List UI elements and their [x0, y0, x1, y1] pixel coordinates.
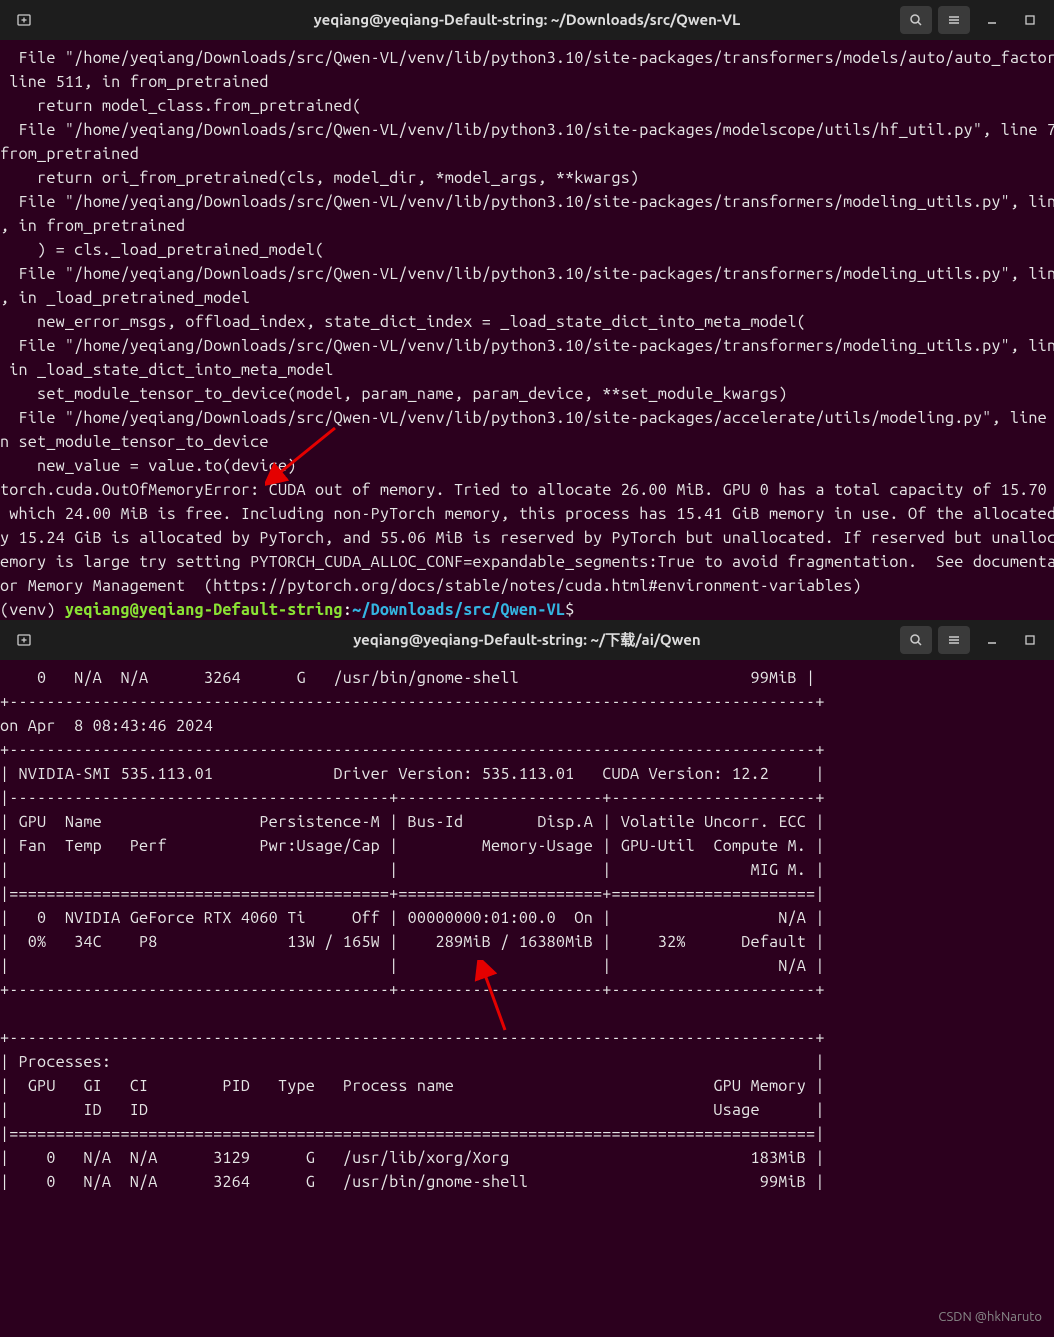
- terminal-line: File "/home/yeqiang/Downloads/src/Qwen-V…: [0, 190, 1054, 214]
- titlebar-1: yeqiang@yeqiang-Default-string: ~/Downlo…: [0, 0, 1054, 40]
- terminal-line: 0 N/A N/A 3264 G /usr/bin/gnome-shell 99…: [0, 666, 1054, 690]
- terminal-line: [0, 1002, 1054, 1026]
- maximize-button-2[interactable]: [1014, 626, 1046, 654]
- terminal-line: , in from_pretrained: [0, 214, 1054, 238]
- terminal-line: | ID ID Usage |: [0, 1098, 1054, 1122]
- terminal-line: | GPU GI CI PID Type Process name GPU Me…: [0, 1074, 1054, 1098]
- terminal-line: from_pretrained: [0, 142, 1054, 166]
- terminal-line: which 24.00 MiB is free. Including non-P…: [0, 502, 1054, 526]
- terminal-line: | | | MIG M. |: [0, 858, 1054, 882]
- terminal-line: | Processes: |: [0, 1050, 1054, 1074]
- terminal-line: or Memory Management (https://pytorch.or…: [0, 574, 1054, 598]
- terminal-line: | 0 NVIDIA GeForce RTX 4060 Ti Off | 000…: [0, 906, 1054, 930]
- terminal-line: File "/home/yeqiang/Downloads/src/Qwen-V…: [0, 406, 1054, 430]
- terminal-line: emory is large try setting PYTORCH_CUDA_…: [0, 550, 1054, 574]
- window-title-1: yeqiang@yeqiang-Default-string: ~/Downlo…: [314, 8, 740, 32]
- terminal-line: | Fan Temp Perf Pwr:Usage/Cap | Memory-U…: [0, 834, 1054, 858]
- terminal-line: | | | N/A |: [0, 954, 1054, 978]
- terminal-line: File "/home/yeqiang/Downloads/src/Qwen-V…: [0, 262, 1054, 286]
- terminal-output-2[interactable]: 0 N/A N/A 3264 G /usr/bin/gnome-shell 99…: [0, 660, 1054, 1194]
- minimize-button[interactable]: [976, 6, 1008, 34]
- terminal-line: File "/home/yeqiang/Downloads/src/Qwen-V…: [0, 334, 1054, 358]
- terminal-line: File "/home/yeqiang/Downloads/src/Qwen-V…: [0, 118, 1054, 142]
- terminal-line: | NVIDIA-SMI 535.113.01 Driver Version: …: [0, 762, 1054, 786]
- terminal-line: | 0 N/A N/A 3129 G /usr/lib/xorg/Xorg 18…: [0, 1146, 1054, 1170]
- terminal-line: |=======================================…: [0, 1122, 1054, 1146]
- window-title-2: yeqiang@yeqiang-Default-string: ~/下载/ai/…: [353, 628, 700, 652]
- terminal-line: +---------------------------------------…: [0, 1026, 1054, 1050]
- terminal-line: , in _load_pretrained_model: [0, 286, 1054, 310]
- terminal-output-1[interactable]: File "/home/yeqiang/Downloads/src/Qwen-V…: [0, 40, 1054, 622]
- terminal-line: ) = cls._load_pretrained_model(: [0, 238, 1054, 262]
- terminal-line: return model_class.from_pretrained(: [0, 94, 1054, 118]
- terminal-line: return ori_from_pretrained(cls, model_di…: [0, 166, 1054, 190]
- terminal-line: line 511, in from_pretrained: [0, 70, 1054, 94]
- terminal-line: +---------------------------------------…: [0, 978, 1054, 1002]
- prompt-line[interactable]: (venv) yeqiang@yeqiang-Default-string:~/…: [0, 598, 1054, 622]
- maximize-button[interactable]: [1014, 6, 1046, 34]
- terminal-line: File "/home/yeqiang/Downloads/src/Qwen-V…: [0, 46, 1054, 70]
- terminal-line: on Apr 8 08:43:46 2024: [0, 714, 1054, 738]
- new-tab-button-2[interactable]: [8, 626, 40, 654]
- terminal-line: new_error_msgs, offload_index, state_dic…: [0, 310, 1054, 334]
- terminal-line: | 0% 34C P8 13W / 165W | 289MiB / 16380M…: [0, 930, 1054, 954]
- terminal-line: y 15.24 GiB is allocated by PyTorch, and…: [0, 526, 1054, 550]
- search-button-2[interactable]: [900, 626, 932, 654]
- search-button[interactable]: [900, 6, 932, 34]
- hamburger-menu[interactable]: [938, 6, 970, 34]
- terminal-line: |---------------------------------------…: [0, 786, 1054, 810]
- terminal-line: in _load_state_dict_into_meta_model: [0, 358, 1054, 382]
- terminal-line: new_value = value.to(device): [0, 454, 1054, 478]
- terminal-line: set_module_tensor_to_device(model, param…: [0, 382, 1054, 406]
- new-tab-button[interactable]: [8, 6, 40, 34]
- terminal-line: +---------------------------------------…: [0, 690, 1054, 714]
- terminal-line: +---------------------------------------…: [0, 738, 1054, 762]
- terminal-line: torch.cuda.OutOfMemoryError: CUDA out of…: [0, 478, 1054, 502]
- minimize-button-2[interactable]: [976, 626, 1008, 654]
- titlebar-2: yeqiang@yeqiang-Default-string: ~/下载/ai/…: [0, 620, 1054, 660]
- hamburger-menu-2[interactable]: [938, 626, 970, 654]
- terminal-line: |=======================================…: [0, 882, 1054, 906]
- terminal-line: n set_module_tensor_to_device: [0, 430, 1054, 454]
- watermark: CSDN @hkNaruto: [938, 1305, 1042, 1329]
- terminal-line: | GPU Name Persistence-M | Bus-Id Disp.A…: [0, 810, 1054, 834]
- terminal-line: | 0 N/A N/A 3264 G /usr/bin/gnome-shell …: [0, 1170, 1054, 1194]
